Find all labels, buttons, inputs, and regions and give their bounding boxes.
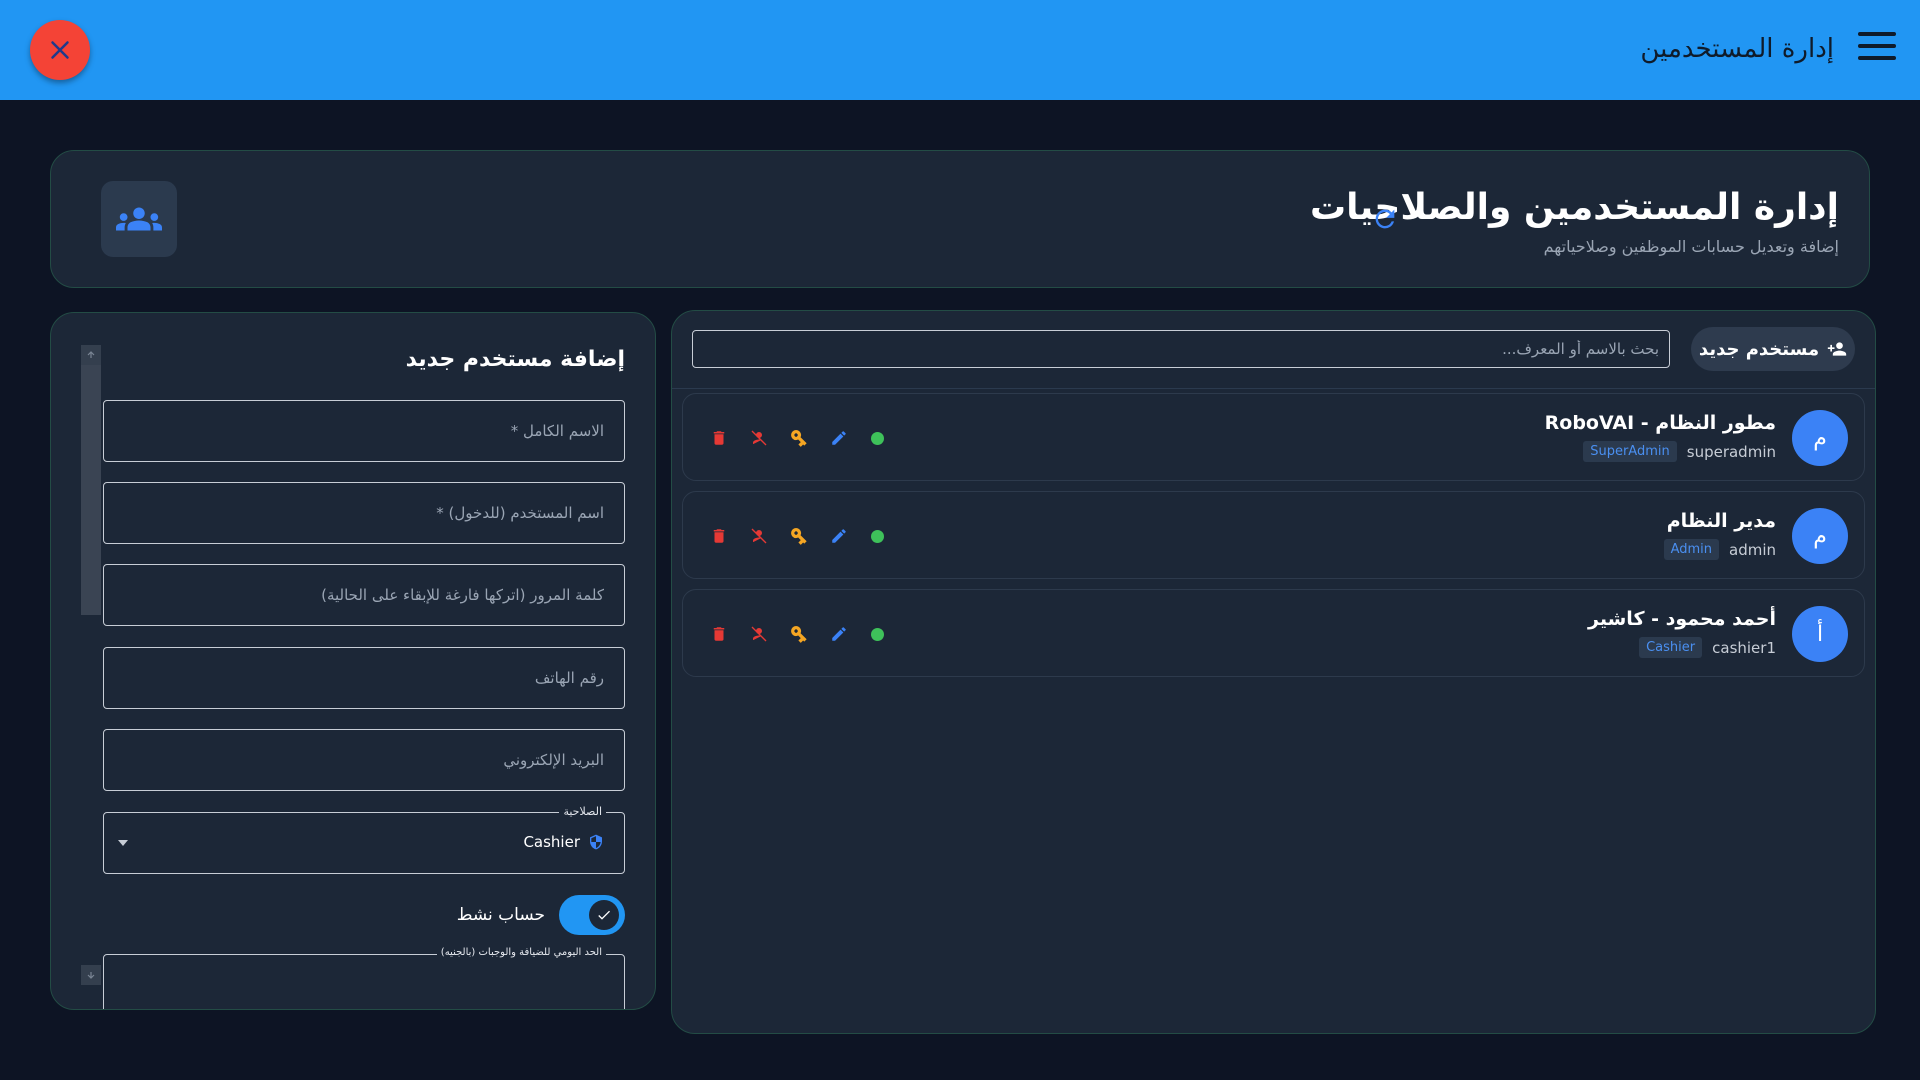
close-button[interactable] [30,20,90,80]
daily-limit-label: الحد اليومي للضيافة والوجبات (بالجنيه) [436,947,606,958]
key-icon[interactable] [787,426,811,450]
user-name: أحمد محمود - كاشير [1588,608,1776,630]
key-icon[interactable] [787,622,811,646]
email-field[interactable] [103,729,625,791]
page-subtitle: إضافة وتعديل حسابات الموظفين وصلاحياتهم [1543,237,1839,256]
scrollbar-thumb[interactable] [81,365,101,615]
username-field[interactable] [103,482,625,544]
app-title: إدارة المستخدمين [1640,34,1834,64]
delete-icon[interactable] [707,426,731,450]
user-row[interactable]: م مطور النظام - RoboVAI superadmin Super… [682,393,1865,481]
active-status-dot [871,431,884,445]
user-name: مدير النظام [1666,510,1776,532]
form-title: إضافة مستخدم جديد [405,347,625,372]
add-user-form-card: إضافة مستخدم جديد الصلاحية Cashier حساب … [50,312,656,1010]
full-name-field[interactable] [103,400,625,462]
deactivate-user-icon[interactable] [747,622,771,646]
role-badge: Admin [1663,539,1719,560]
avatar: م [1792,410,1848,466]
user-login: superadmin [1686,442,1776,461]
avatar: أ [1792,606,1848,662]
app-bar: إدارة المستخدمين [0,0,1920,100]
user-meta: admin Admin [1663,539,1776,560]
row-actions [707,426,884,450]
new-user-button[interactable]: مستخدم جديد [1691,327,1855,371]
active-account-toggle[interactable] [559,895,625,935]
scroll-up-arrow-icon[interactable] [81,345,101,365]
role-select-value: Cashier [523,833,604,851]
search-input[interactable] [692,330,1670,368]
user-name: مطور النظام - RoboVAI [1544,412,1776,434]
new-user-label: مستخدم جديد [1698,338,1820,360]
delete-icon[interactable] [707,622,731,646]
chevron-down-icon [118,840,128,846]
daily-limit-field[interactable]: الحد اليومي للضيافة والوجبات (بالجنيه) [103,947,625,1009]
deactivate-user-icon[interactable] [747,524,771,548]
check-icon [598,910,610,920]
page-header-card: إدارة المستخدمين والصلاحيات إضافة وتعديل… [50,150,1870,288]
refresh-icon[interactable] [1371,205,1399,233]
active-status-dot [871,627,884,641]
toggle-knob [589,900,619,930]
users-list-card: مستخدم جديد م مطور النظام - RoboVAI supe… [671,310,1876,1034]
active-account-label: حساب نشط [456,905,545,925]
role-value-text: Cashier [523,833,580,851]
phone-field[interactable] [103,647,625,709]
active-status-dot [871,529,884,543]
role-select[interactable]: الصلاحية Cashier [103,805,625,874]
edit-icon[interactable] [827,524,851,548]
close-icon [51,41,69,59]
row-actions [707,524,884,548]
scroll-down-arrow-icon[interactable] [81,965,101,985]
edit-icon[interactable] [827,622,851,646]
role-select-label: الصلاحية [559,805,606,818]
row-actions [707,622,884,646]
shield-icon [590,834,602,850]
role-badge: Cashier [1639,637,1703,658]
user-row[interactable]: م مدير النظام admin Admin [682,491,1865,579]
form-scrollbar[interactable] [81,345,101,985]
user-meta: cashier1 Cashier [1639,637,1776,658]
person-add-icon [1827,342,1847,356]
user-meta: superadmin SuperAdmin [1583,441,1776,462]
key-icon[interactable] [787,524,811,548]
active-account-row: حساب نشط [457,895,625,935]
role-badge: SuperAdmin [1583,441,1677,462]
edit-icon[interactable] [827,426,851,450]
user-login: cashier1 [1712,638,1776,657]
hamburger-menu-icon[interactable] [1858,32,1896,62]
avatar: م [1792,508,1848,564]
users-group-icon [101,181,177,257]
user-row[interactable]: أ أحمد محمود - كاشير cashier1 Cashier [682,589,1865,677]
user-login: admin [1729,540,1776,559]
deactivate-user-icon[interactable] [747,426,771,450]
list-toolbar: مستخدم جديد [672,311,1875,389]
delete-icon[interactable] [707,524,731,548]
password-field[interactable] [103,564,625,626]
